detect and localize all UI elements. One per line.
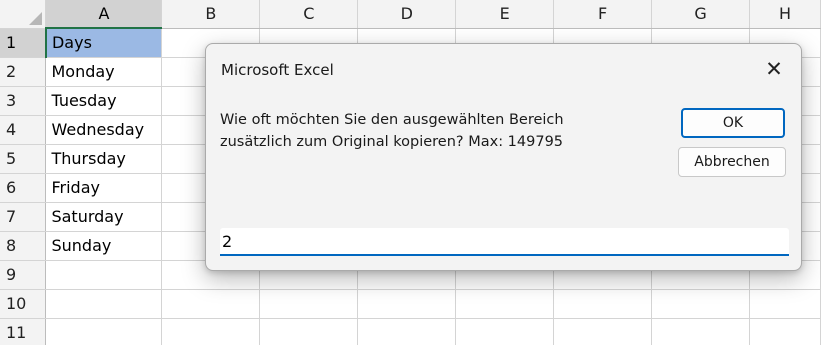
row-header[interactable]: 3: [0, 86, 47, 116]
row-header[interactable]: 8: [0, 231, 47, 261]
cell[interactable]: [553, 318, 653, 345]
dialog-message: Wie oft möchten Sie den ausgewählten Ber…: [220, 109, 650, 153]
cell-a3[interactable]: Tuesday: [45, 86, 163, 116]
row-header[interactable]: 1: [0, 28, 47, 58]
cell[interactable]: [455, 289, 555, 319]
cell[interactable]: [553, 289, 653, 319]
row-header[interactable]: 10: [0, 289, 47, 319]
cell-a7[interactable]: Saturday: [45, 202, 163, 232]
table-row: 10: [0, 289, 821, 319]
cell[interactable]: [161, 289, 261, 319]
cell-a11[interactable]: [45, 318, 163, 345]
cell-a2[interactable]: Monday: [45, 57, 163, 87]
input-dialog: Microsoft Excel ✕ Wie oft möchten Sie de…: [205, 43, 802, 271]
cell[interactable]: [749, 289, 821, 319]
cell-a9[interactable]: [45, 260, 163, 290]
row-header[interactable]: 6: [0, 173, 47, 203]
copies-input[interactable]: [220, 228, 789, 256]
cell[interactable]: [749, 318, 821, 345]
row-header[interactable]: 4: [0, 115, 47, 145]
column-header-b[interactable]: B: [161, 0, 261, 29]
cell[interactable]: [259, 318, 359, 345]
cell[interactable]: [651, 318, 750, 345]
cell[interactable]: [259, 289, 359, 319]
table-row: 11: [0, 318, 821, 345]
row-header[interactable]: 11: [0, 318, 47, 345]
cell-a4[interactable]: Wednesday: [45, 115, 163, 145]
column-header-h[interactable]: H: [749, 0, 821, 29]
cancel-button[interactable]: Abbrechen: [678, 147, 786, 177]
cell-a1[interactable]: Days: [45, 28, 163, 58]
cell[interactable]: [357, 289, 457, 319]
row-header[interactable]: 2: [0, 57, 47, 87]
column-header-a[interactable]: A: [45, 0, 163, 29]
column-header-d[interactable]: D: [357, 0, 457, 29]
close-icon[interactable]: ✕: [758, 54, 790, 84]
row-header[interactable]: 9: [0, 260, 47, 290]
column-header-c[interactable]: C: [259, 0, 359, 29]
select-all-icon: [29, 11, 43, 25]
column-header-f[interactable]: F: [553, 0, 653, 29]
cell[interactable]: [357, 318, 457, 345]
row-header[interactable]: 7: [0, 202, 47, 232]
cell[interactable]: [455, 318, 555, 345]
cell-a6[interactable]: Friday: [45, 173, 163, 203]
column-header-e[interactable]: E: [455, 0, 555, 29]
column-header-g[interactable]: G: [651, 0, 750, 29]
ok-button[interactable]: OK: [681, 108, 785, 138]
row-header[interactable]: 5: [0, 144, 47, 174]
cell-a5[interactable]: Thursday: [45, 144, 163, 174]
dialog-message-line: Wie oft möchten Sie den ausgewählten Ber…: [220, 112, 564, 128]
dialog-message-line: zusätzlich zum Original kopieren? Max: 1…: [220, 134, 564, 150]
cell[interactable]: [161, 318, 261, 345]
cell-a10[interactable]: [45, 289, 163, 319]
cell[interactable]: [651, 289, 750, 319]
cell-a8[interactable]: Sunday: [45, 231, 163, 261]
dialog-title: Microsoft Excel: [221, 61, 334, 79]
select-all-corner[interactable]: [0, 0, 47, 29]
